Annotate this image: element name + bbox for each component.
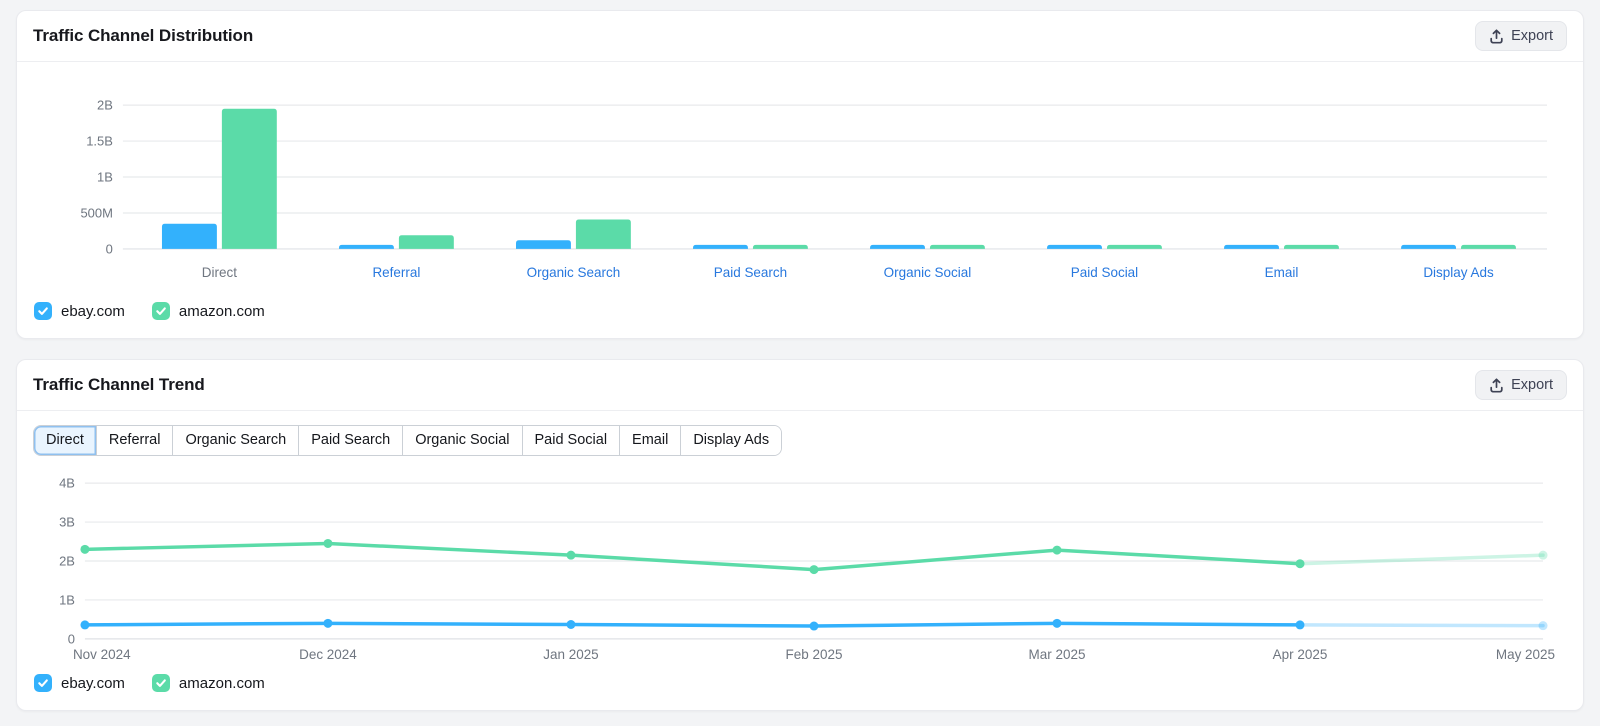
tab-organic-social[interactable]: Organic Social [403, 426, 522, 455]
legend-item-ebay-com: ebay.com [34, 302, 125, 320]
y-axis-tick-label: 1.5B [86, 134, 113, 149]
export-button-label: Export [1511, 377, 1553, 393]
y-axis-tick-label: 2B [97, 98, 113, 113]
bar-ebay-com-display-ads [1401, 245, 1456, 249]
bar-ebay-com-paid-search [693, 245, 748, 249]
legend-item-amazon-com: amazon.com [152, 674, 265, 692]
y-axis-tick-label: 500M [80, 205, 112, 220]
bar-amazon-com-organic-social [930, 245, 985, 249]
traffic-channel-distribution-panel: Traffic Channel Distribution Export 0 500… [16, 10, 1584, 339]
x-axis-label-dec-2024: Dec 2024 [299, 647, 357, 662]
bar-ebay-com-organic-search [516, 240, 571, 249]
trend-line-projected-amazon-com [1300, 556, 1543, 565]
data-point-amazon-com-mar-2025 [1053, 546, 1062, 555]
legend-checkbox-amazon-com[interactable] [152, 674, 170, 692]
bar-ebay-com-organic-social [870, 245, 925, 249]
export-button[interactable]: Export [1475, 21, 1567, 51]
x-axis-label-feb-2025: Feb 2025 [786, 647, 843, 662]
x-axis-label-jan-2025: Jan 2025 [543, 647, 598, 662]
legend-checkbox-ebay-com[interactable] [34, 674, 52, 692]
data-point-ebay-com-apr-2025 [1296, 621, 1305, 630]
category-label-email[interactable]: Email [1265, 265, 1299, 280]
data-point-amazon-com-feb-2025 [809, 565, 818, 574]
legend-item-ebay-com: ebay.com [34, 674, 125, 692]
data-point-amazon-com-apr-2025 [1296, 560, 1305, 569]
legend-label: ebay.com [61, 303, 125, 320]
category-label-referral[interactable]: Referral [372, 265, 420, 280]
panel-header: Traffic Channel Trend Export [17, 360, 1583, 411]
data-point-ebay-com-may-2025 [1539, 622, 1548, 631]
data-point-ebay-com-nov-2024 [80, 621, 89, 630]
data-point-amazon-com-jan-2025 [566, 551, 575, 560]
category-label-paid-search[interactable]: Paid Search [714, 265, 787, 280]
x-axis-label-mar-2025: Mar 2025 [1029, 647, 1086, 662]
bar-amazon-com-paid-search [753, 245, 808, 249]
tab-paid-search[interactable]: Paid Search [299, 426, 403, 455]
data-point-ebay-com-mar-2025 [1053, 619, 1062, 628]
legend-label: ebay.com [61, 675, 125, 692]
legend-checkbox-amazon-com[interactable] [152, 302, 170, 320]
tab-referral[interactable]: Referral [97, 426, 174, 455]
panel-header: Traffic Channel Distribution Export [17, 11, 1583, 62]
export-button-label: Export [1511, 28, 1553, 44]
legend-label: amazon.com [179, 303, 265, 320]
bar-amazon-com-email [1284, 245, 1339, 249]
tab-direct[interactable]: Direct [34, 426, 97, 455]
panel-title: Traffic Channel Distribution [33, 26, 253, 46]
category-label-display-ads[interactable]: Display Ads [1423, 265, 1494, 280]
y-axis-tick-label: 1B [97, 170, 113, 185]
x-axis-label-nov-2024: Nov 2024 [73, 647, 131, 662]
bar-amazon-com-organic-search [576, 219, 631, 248]
data-point-ebay-com-feb-2025 [809, 622, 818, 631]
data-point-ebay-com-jan-2025 [566, 620, 575, 629]
trend-line-amazon-com [85, 544, 1300, 570]
bar-ebay-com-direct [162, 224, 217, 249]
trend-line-ebay-com [85, 624, 1300, 627]
bar-amazon-com-display-ads [1461, 245, 1516, 249]
y-axis-tick-label: 3B [59, 515, 75, 530]
traffic-trend-line-chart: 0 1B 2B 3B 4B Nov 2024 Dec 2024 Jan 2025 Feb 202… [33, 472, 1567, 664]
category-label-organic-search[interactable]: Organic Search [527, 265, 621, 280]
legend-item-amazon-com: amazon.com [152, 302, 265, 320]
bar-ebay-com-referral [339, 245, 394, 249]
bar-ebay-com-paid-social [1047, 245, 1102, 249]
channel-tab-group: DirectReferralOrganic SearchPaid SearchO… [33, 425, 782, 456]
data-point-amazon-com-nov-2024 [80, 545, 89, 554]
category-label-organic-social[interactable]: Organic Social [884, 265, 972, 280]
y-axis-tick-label: 0 [68, 632, 75, 647]
y-axis-tick-label: 0 [106, 241, 113, 256]
bar-amazon-com-paid-social [1107, 245, 1162, 249]
bar-amazon-com-referral [399, 235, 454, 249]
data-point-amazon-com-may-2025 [1539, 551, 1548, 560]
distribution-legend: ebay.com amazon.com [17, 292, 1583, 338]
x-axis-label-may-2025: May 2025 [1496, 647, 1555, 662]
bar-ebay-com-email [1224, 245, 1279, 249]
trend-line-projected-ebay-com [1300, 625, 1543, 626]
export-button[interactable]: Export [1475, 370, 1567, 400]
upload-icon [1489, 28, 1504, 44]
y-axis-tick-label: 4B [59, 476, 75, 491]
tab-organic-search[interactable]: Organic Search [173, 426, 299, 455]
trend-legend: ebay.com amazon.com [17, 664, 1583, 710]
legend-label: amazon.com [179, 675, 265, 692]
data-point-amazon-com-dec-2024 [323, 539, 332, 548]
y-axis-tick-label: 2B [59, 554, 75, 569]
line-chart-area: 0 1B 2B 3B 4B Nov 2024 Dec 2024 Jan 2025 Feb 202… [17, 472, 1583, 664]
x-axis-label-apr-2025: Apr 2025 [1273, 647, 1328, 662]
data-point-ebay-com-dec-2024 [323, 619, 332, 628]
category-label-paid-social[interactable]: Paid Social [1071, 265, 1138, 280]
channel-tabs-row: DirectReferralOrganic SearchPaid SearchO… [17, 411, 1583, 458]
bar-amazon-com-direct [222, 109, 277, 249]
tab-display-ads[interactable]: Display Ads [681, 426, 781, 455]
upload-icon [1489, 377, 1504, 393]
bar-chart-area: 0 500M 1B 1.5B 2B Direct Referral Organic Searc… [17, 94, 1583, 292]
category-label-direct: Direct [202, 265, 237, 280]
tab-email[interactable]: Email [620, 426, 681, 455]
traffic-distribution-bar-chart: 0 500M 1B 1.5B 2B Direct Referral Organic Searc… [33, 94, 1567, 292]
legend-checkbox-ebay-com[interactable] [34, 302, 52, 320]
traffic-channel-trend-panel: Traffic Channel Trend Export DirectRefer… [16, 359, 1584, 711]
panel-title: Traffic Channel Trend [33, 375, 205, 395]
y-axis-tick-label: 1B [59, 593, 75, 608]
tab-paid-social[interactable]: Paid Social [523, 426, 621, 455]
